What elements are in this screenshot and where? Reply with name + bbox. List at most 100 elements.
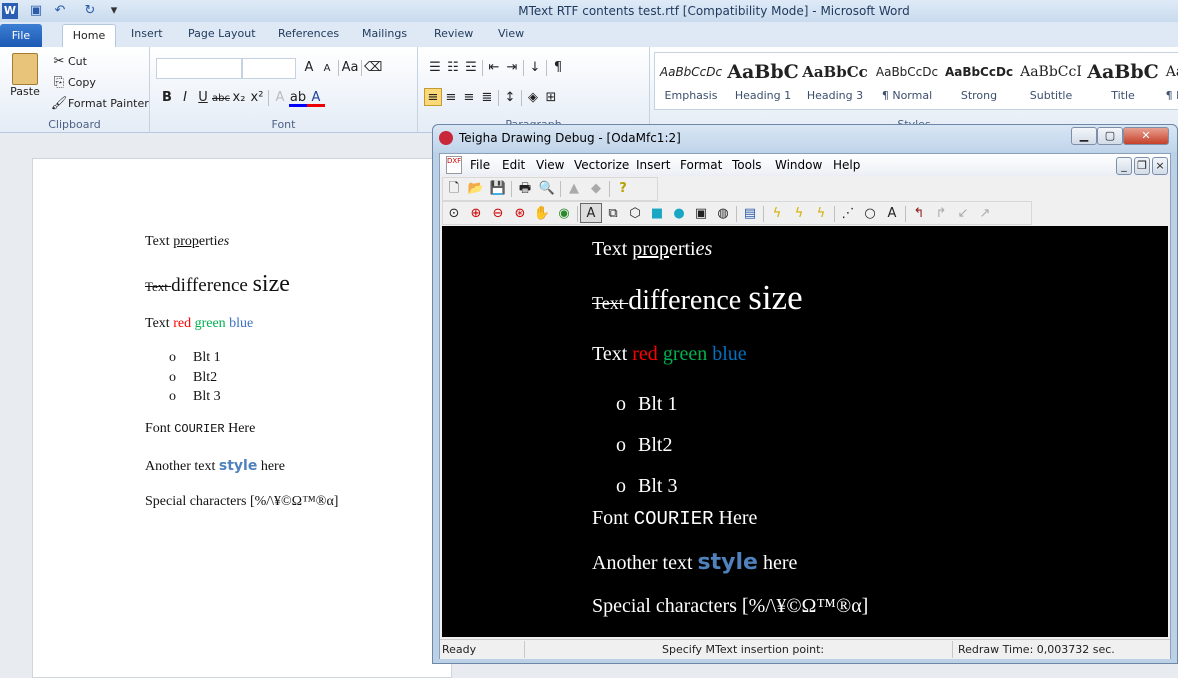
style-heading-1[interactable]: AaBbC Heading 1: [727, 59, 799, 102]
style-no-spacing[interactable]: Aa¶ N: [1155, 59, 1178, 102]
font-size-select[interactable]: [242, 58, 296, 79]
highlight-icon[interactable]: ab: [289, 89, 307, 107]
cut-button[interactable]: ✂ Cut: [50, 53, 87, 71]
arrow-down-left-icon[interactable]: ↙: [952, 204, 974, 224]
minimize-button[interactable]: ▁: [1071, 127, 1097, 145]
document-icon[interactable]: DXF: [446, 156, 462, 174]
text-icon[interactable]: A: [881, 204, 903, 224]
numbering-icon[interactable]: ☷: [444, 59, 462, 77]
undo-icon[interactable]: ↰: [908, 204, 930, 224]
style-normal[interactable]: AaBbCcDc ¶ Normal: [871, 59, 943, 102]
strikethrough-icon[interactable]: abc: [212, 90, 230, 108]
style-emphasis[interactable]: AaBbCcDc Emphasis: [655, 59, 727, 102]
italic-icon[interactable]: I: [176, 89, 194, 107]
clear-formatting-icon[interactable]: ⌫: [364, 59, 382, 77]
hidden-icon[interactable]: ⧉: [602, 204, 624, 224]
grow-font-icon[interactable]: A: [300, 59, 318, 77]
menu-file[interactable]: File: [470, 158, 490, 172]
justify-icon[interactable]: ≣: [478, 89, 496, 107]
tab-file[interactable]: File: [0, 24, 42, 47]
line-spacing-icon[interactable]: ↕: [501, 89, 519, 107]
bullets-icon[interactable]: ☰: [426, 59, 444, 77]
tab-page-layout[interactable]: Page Layout: [188, 27, 256, 40]
tab-review[interactable]: Review: [434, 27, 473, 40]
regen-window-icon[interactable]: ϟ: [788, 204, 810, 224]
style-title[interactable]: AaBbC Title: [1087, 59, 1159, 102]
shrink-font-icon[interactable]: A: [318, 60, 336, 78]
pan-icon[interactable]: ✋: [531, 204, 553, 224]
tab-mailings[interactable]: Mailings: [362, 27, 407, 40]
menu-tools[interactable]: Tools: [732, 158, 762, 172]
superscript-icon[interactable]: x²: [248, 89, 266, 107]
style-strong[interactable]: AaBbCcDc Strong: [943, 59, 1015, 102]
drawing-canvas[interactable]: Text properties Text difference size Tex…: [442, 226, 1168, 637]
style-subtitle[interactable]: AaBbCcI Subtitle: [1015, 59, 1087, 102]
align-right-icon[interactable]: ≡: [460, 89, 478, 107]
flat-shaded-icon[interactable]: ■: [646, 204, 668, 224]
tab-insert[interactable]: Insert: [131, 27, 163, 40]
font-color-icon[interactable]: A: [307, 89, 325, 107]
print-preview-icon[interactable]: 🔍: [536, 179, 558, 199]
teigha-title-bar[interactable]: Teigha Drawing Debug - [OdaMfc1:2] ▁ ▢ ✕: [433, 125, 1177, 152]
paste-button[interactable]: Paste: [8, 53, 42, 98]
align-center-icon[interactable]: ≡: [442, 89, 460, 107]
2d-wireframe-icon[interactable]: A: [580, 203, 602, 223]
disabled-tool2-icon[interactable]: ◆: [585, 179, 607, 199]
menu-insert[interactable]: Insert: [636, 158, 670, 172]
bold-icon[interactable]: B: [158, 89, 176, 107]
print-icon[interactable]: 🖶: [514, 179, 536, 199]
font-name-select[interactable]: [156, 58, 242, 79]
gouraud-icon[interactable]: ●: [668, 204, 690, 224]
zoom-window-icon[interactable]: ⊙: [443, 204, 465, 224]
tab-view[interactable]: View: [498, 27, 524, 40]
help-icon[interactable]: ?: [612, 179, 634, 199]
new-icon[interactable]: 🗋: [443, 179, 465, 199]
save-icon[interactable]: 💾: [487, 179, 509, 199]
close-button[interactable]: ✕: [1123, 127, 1169, 145]
format-painter-button[interactable]: 🖌Format Painter: [50, 95, 149, 113]
circle-icon[interactable]: ○: [859, 204, 881, 224]
child-restore-button[interactable]: ❐: [1134, 157, 1150, 175]
menu-window[interactable]: Window: [775, 158, 822, 172]
underline-icon[interactable]: U: [194, 89, 212, 107]
zoom-in-icon[interactable]: ⊕: [465, 204, 487, 224]
increase-indent-icon[interactable]: ⇥: [503, 59, 521, 77]
child-minimize-button[interactable]: _: [1116, 157, 1132, 175]
shading-icon[interactable]: ◈: [524, 89, 542, 107]
line-icon[interactable]: ⋰: [837, 204, 859, 224]
decrease-indent-icon[interactable]: ⇤: [485, 59, 503, 77]
menu-format[interactable]: Format: [680, 158, 722, 172]
menu-edit[interactable]: Edit: [502, 158, 525, 172]
zoom-out-icon[interactable]: ⊖: [487, 204, 509, 224]
menu-view[interactable]: View: [536, 158, 564, 172]
tab-home[interactable]: Home: [62, 24, 116, 48]
document-page[interactable]: Text properties Text difference size Tex…: [32, 158, 452, 678]
arrow-up-right-icon[interactable]: ↗: [974, 204, 996, 224]
borders-icon[interactable]: ⊞: [542, 89, 560, 107]
copy-button[interactable]: ⎘ Copy: [50, 74, 96, 92]
tab-references[interactable]: References: [278, 27, 339, 40]
align-left-icon[interactable]: ≡: [424, 88, 442, 106]
regen-icon[interactable]: ϟ: [766, 204, 788, 224]
multilevel-list-icon[interactable]: ☲: [462, 59, 480, 77]
open-icon[interactable]: 📂: [465, 179, 487, 199]
box-icon[interactable]: ▣: [690, 204, 712, 224]
menu-help[interactable]: Help: [833, 158, 860, 172]
change-case-icon[interactable]: Aa: [341, 59, 359, 77]
style-heading-3[interactable]: AaBbCc Heading 3: [799, 59, 871, 102]
menu-vectorize[interactable]: Vectorize: [574, 158, 629, 172]
subscript-icon[interactable]: x₂: [230, 89, 248, 107]
zoom-extents-icon[interactable]: ⊛: [509, 204, 531, 224]
redo-icon[interactable]: ↱: [930, 204, 952, 224]
maximize-button[interactable]: ▢: [1097, 127, 1123, 145]
properties-icon[interactable]: ▤: [739, 204, 761, 224]
orbit-icon[interactable]: ◉: [553, 204, 575, 224]
sort-icon[interactable]: ↓: [526, 59, 544, 77]
regen-visible-icon[interactable]: ϟ: [810, 204, 832, 224]
globe-icon[interactable]: ◍: [712, 204, 734, 224]
text-effects-icon[interactable]: A: [271, 89, 289, 107]
disabled-tool-icon[interactable]: ▲: [563, 179, 585, 199]
wireframe-3d-icon[interactable]: ⬡: [624, 204, 646, 224]
child-close-button[interactable]: ×: [1152, 157, 1168, 175]
show-marks-icon[interactable]: ¶: [549, 59, 567, 77]
